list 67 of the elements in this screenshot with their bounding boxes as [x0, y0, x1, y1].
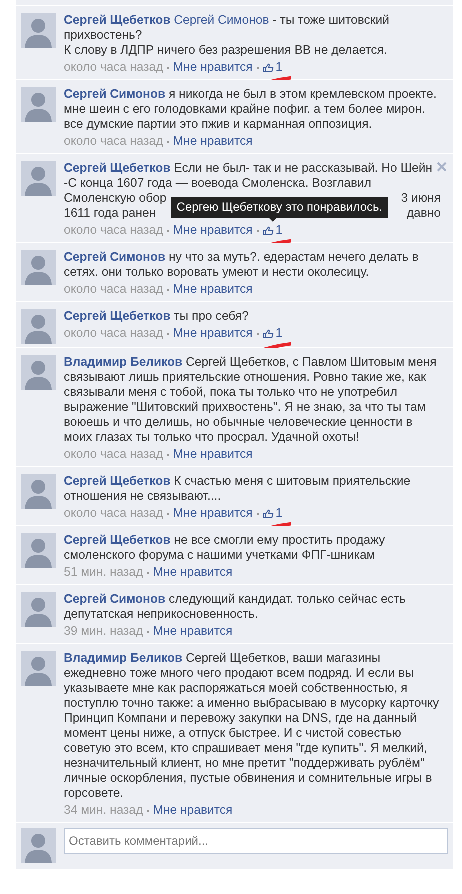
comment-text: Сергей Щебетков Сергей Симонов - ты тоже шитовский прихвостень? К слову в ЛДПР ничего без разрешения ВВ не делается.	[64, 13, 390, 58]
like-count[interactable]: 1	[262, 59, 283, 76]
comment-text: Сергей Щебетков Если не был- так и не рассказывай. Но Шейн -С конца 1607 года — воевода Смоленска. Возглавил	[64, 161, 434, 191]
timestamp: 34 мин. назад	[64, 802, 144, 819]
avatar	[21, 474, 56, 509]
author-link[interactable]: Сергей Щебетков	[64, 13, 171, 27]
comment-text: Сергей Щебетков ты про себя?	[64, 309, 250, 324]
comment-text: Сергей Симонов ну что за муть?. едерастам нечего делать в сетях. они только воровать умеют и нести околесицу.	[64, 250, 420, 280]
author-link[interactable]: Владимир Беликов	[64, 355, 183, 369]
avatar	[21, 161, 56, 196]
timestamp: около часа назад	[64, 505, 164, 522]
avatar	[21, 355, 56, 390]
author-link[interactable]: Сергей Щебетков	[64, 474, 171, 488]
comment-text: Сергей Симонов следующий кандидат. только сейчас есть депутатская неприкосновенность.	[64, 592, 407, 622]
like-link[interactable]: Мне нравится	[173, 505, 253, 522]
like-link[interactable]: Мне нравится	[173, 222, 253, 239]
like-count[interactable]: 1	[262, 325, 283, 342]
timestamp: около часа назад	[64, 446, 164, 463]
timestamp: 51 мин. назад	[64, 564, 144, 581]
comment-text: Сергей Щебетков не все смогли ему простить продажу смоленского форума с нашими учетками ФПГ-шникам	[64, 533, 386, 563]
like-link[interactable]: Мне нравится	[173, 59, 253, 76]
thumbs-up-icon	[262, 62, 274, 72]
comment-text: Владимир Беликов Сергей Щебетков, с Павлом Шитовым меня связывают лишь приятельские отношения. Ровно такие же, как связывали меня с тобой, пока ты только что не употребил выражение "Шитовский прихвостень". Я не знаю, за что ты там воюешь и что делишь, но обычные человеческие ценности в моих глазах ты только что просрал. Удачной охоты!	[64, 355, 438, 445]
like-link[interactable]: Мне нравится	[173, 281, 253, 298]
like-count[interactable]: 1	[262, 505, 283, 522]
comment-text: Владимир Беликов Сергей Щебетков, ваши магазины ежедневно тоже много чего продают всем подряд. И если вы указываете мне как распоряжаться моей собственностью, я поступлю точно также: а именно выбрасываю в мусорку карточку Принцип Компани и перевожу закупки на DNS, где на данный момент цены ниже, а отпуск быстрее. И с чистой совестью советую это всем, кто спрашивает меня "где купить". Я мелкий, незначительный клиент, но мне претит "поддерживать рублём" личные оскорбления, пустые обвинения и сомнительные игры в горсовете.	[64, 651, 440, 801]
author-link[interactable]: Сергей Симонов	[64, 87, 166, 101]
thumbs-up-icon	[262, 508, 274, 518]
author-link[interactable]: Сергей Симонов	[64, 592, 166, 606]
comment-text: 1611 года ранен	[64, 206, 156, 221]
like-link[interactable]: Мне нравится	[153, 802, 233, 819]
comment-text: 3 июня	[401, 191, 441, 206]
thumbs-up-icon	[262, 226, 274, 236]
avatar	[21, 828, 56, 863]
avatar	[21, 13, 56, 48]
tooltip: Сергею Щебеткову это понравилось.	[170, 197, 389, 222]
comment-text: Сергей Щебетков К счастью меня с шитовым приятельские отношения не связывают....	[64, 474, 412, 504]
avatar	[21, 651, 56, 686]
timestamp: 39 мин. назад	[64, 623, 144, 640]
timestamp: около часа назад	[64, 222, 164, 239]
like-link[interactable]: Мне нравится	[173, 133, 253, 150]
like-link[interactable]: Мне нравится	[153, 623, 233, 640]
thumbs-up-icon	[262, 328, 274, 338]
like-link[interactable]: Мне нравится	[173, 325, 253, 342]
avatar	[21, 533, 56, 568]
avatar	[21, 87, 56, 122]
comment-text: Смоленскую обор	[64, 191, 167, 206]
timestamp: около часа назад	[64, 59, 164, 76]
like-count[interactable]: 1	[262, 222, 283, 239]
author-link[interactable]: Сергей Щебетков	[64, 309, 171, 323]
avatar	[21, 309, 56, 344]
close-icon[interactable]	[437, 162, 447, 172]
comment-input[interactable]: Оставить комментарий...	[64, 828, 448, 854]
timestamp: около часа назад	[64, 281, 164, 298]
author-link[interactable]: Владимир Беликов	[64, 651, 183, 665]
comment-text: Сергей Симонов я никогда не был в этом кремлевском проекте. мне шеин с его голодовками крайне пофиг. а тем более мирон. все думские партии это пжив и карманная оппозиция.	[64, 87, 438, 132]
avatar	[21, 592, 56, 627]
timestamp: около часа назад	[64, 325, 164, 342]
mention-link[interactable]: Сергей Симонов	[174, 13, 270, 27]
author-link[interactable]: Сергей Щебетков	[64, 533, 171, 547]
comment-text: давно	[406, 206, 441, 221]
like-link[interactable]: Мне нравится	[173, 446, 253, 463]
author-link[interactable]: Сергей Щебетков	[64, 161, 171, 175]
like-link[interactable]: Мне нравится	[153, 564, 233, 581]
avatar	[21, 250, 56, 285]
timestamp: около часа назад	[64, 133, 164, 150]
author-link[interactable]: Сергей Симонов	[64, 250, 166, 264]
